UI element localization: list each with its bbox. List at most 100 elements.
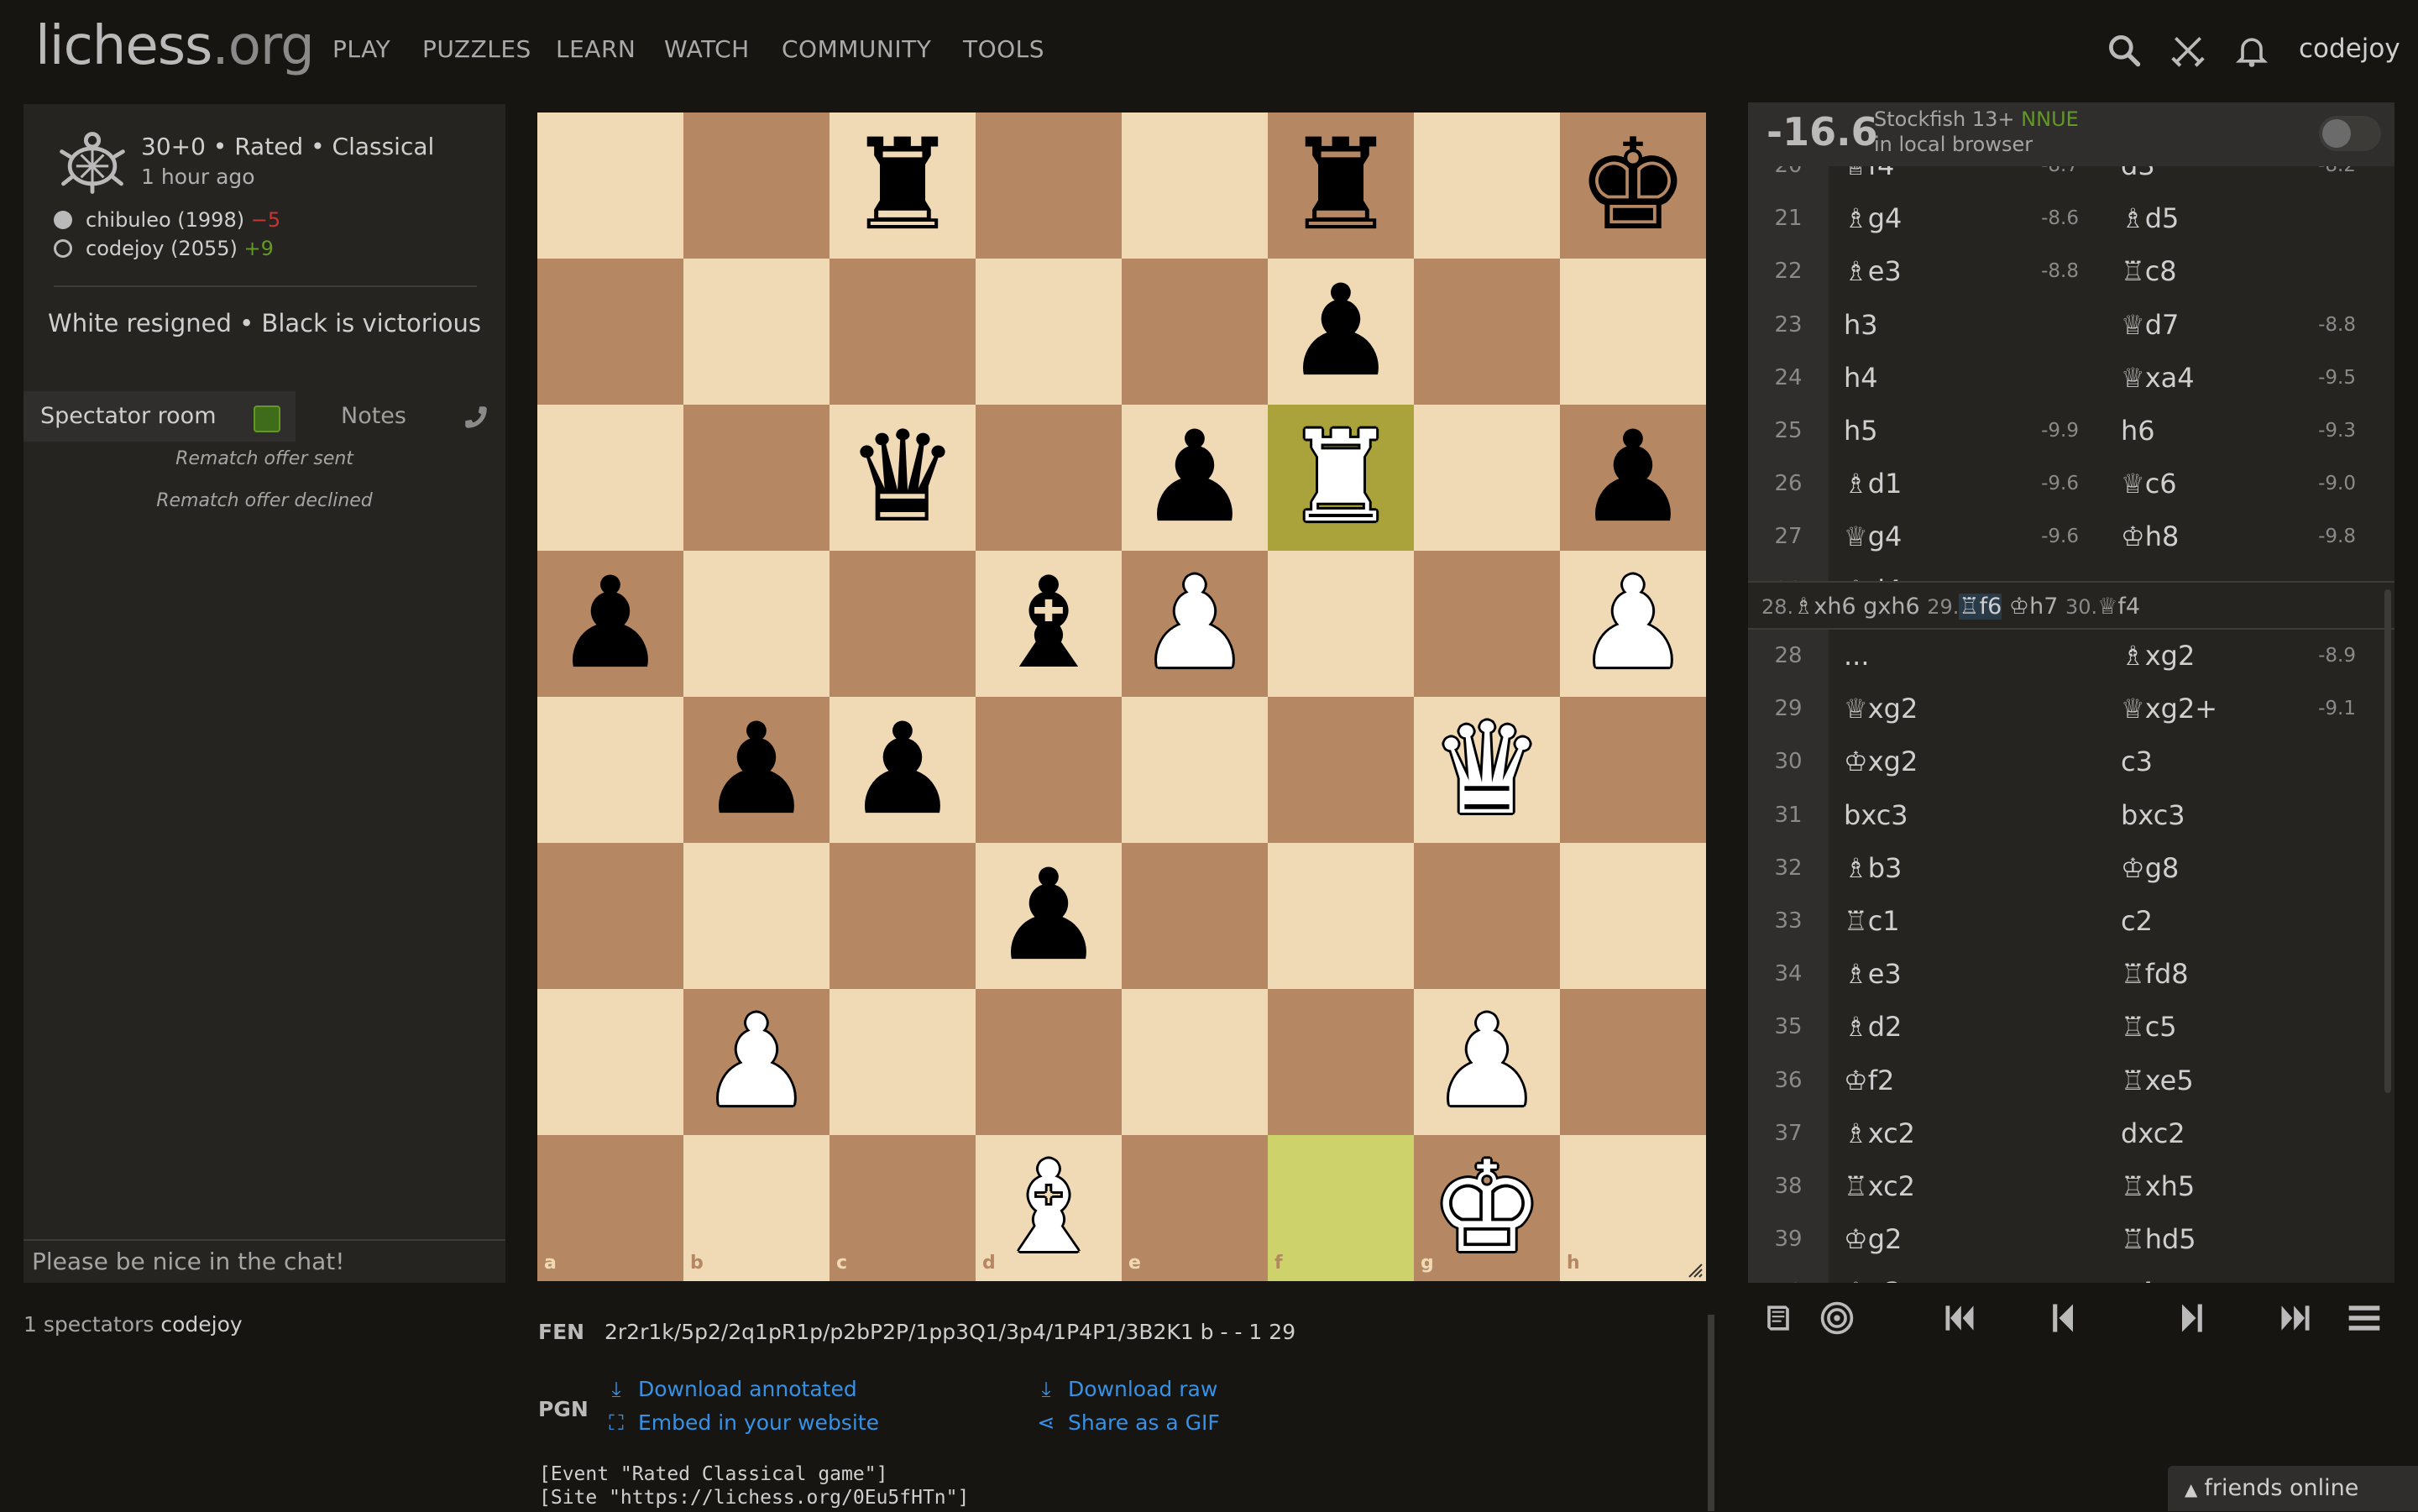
black-move[interactable]: dxc2 bbox=[2121, 1117, 2185, 1149]
black-pawn-b4[interactable]: ♟ bbox=[683, 697, 830, 843]
square-f5[interactable] bbox=[1268, 551, 1414, 697]
square-h1[interactable] bbox=[1560, 1135, 1706, 1281]
square-g5[interactable] bbox=[1414, 551, 1560, 697]
white-move[interactable]: h5 bbox=[1844, 415, 1878, 447]
black-move[interactable]: ♕c6 bbox=[2121, 468, 2177, 500]
previous-move-icon[interactable] bbox=[2045, 1300, 2082, 1337]
square-b6[interactable] bbox=[683, 405, 830, 551]
square-g8[interactable] bbox=[1414, 112, 1560, 259]
black-move[interactable]: ♖c8 bbox=[2121, 255, 2177, 287]
black-move[interactable]: ♖c5 bbox=[2121, 1011, 2177, 1043]
black-move[interactable]: c3 bbox=[2121, 746, 2153, 777]
square-d6[interactable] bbox=[976, 405, 1122, 551]
square-c3[interactable] bbox=[830, 843, 976, 989]
fen-string[interactable]: 2r2r1k/5p2/2q1pR1p/p2bP2P/1pp3Q1/3p4/1P4… bbox=[604, 1320, 1295, 1344]
black-pawn-a5[interactable]: ♟ bbox=[537, 551, 683, 697]
white-move[interactable]: ♖c1 bbox=[1844, 905, 1900, 937]
square-a2[interactable] bbox=[537, 989, 683, 1135]
spectator-name[interactable]: codejoy bbox=[160, 1312, 242, 1337]
square-d4[interactable] bbox=[976, 697, 1122, 843]
white-move[interactable]: ♗b3 bbox=[1844, 852, 1902, 884]
download-raw-link[interactable]: ⤓ Download raw bbox=[1034, 1377, 1217, 1402]
square-c5[interactable] bbox=[830, 551, 976, 697]
white-move[interactable]: ♗d1 bbox=[1844, 468, 1902, 500]
square-d7[interactable] bbox=[976, 259, 1122, 405]
square-a8[interactable] bbox=[537, 112, 683, 259]
chess-board[interactable]: ♜ ♜ ♚ ♟ ♛ ♟ ♜ ♟ ♟ ♝ ♟ ♟ ♟ ♟ ♛ ♟ ♟ ♟ ♝ ♚ 8 7 6 5 4 3 2 1 a b c d e f g h bbox=[537, 112, 1706, 1281]
square-h2[interactable] bbox=[1560, 989, 1706, 1135]
black-rook-f8[interactable]: ♜ bbox=[1268, 112, 1414, 259]
white-bishop-d1[interactable]: ♝ bbox=[976, 1135, 1122, 1281]
white-move[interactable]: ... bbox=[1844, 640, 1870, 672]
square-b8[interactable] bbox=[683, 112, 830, 259]
black-rook-c8[interactable]: ♜ bbox=[830, 112, 976, 259]
resize-handle-icon[interactable] bbox=[1686, 1261, 1703, 1278]
player-white[interactable]: chibuleo (1998) −5 bbox=[54, 208, 280, 232]
white-move[interactable]: h4 bbox=[1844, 362, 1878, 394]
square-e4[interactable] bbox=[1122, 697, 1268, 843]
bell-icon[interactable] bbox=[2233, 32, 2270, 69]
white-move[interactable]: ♔xg2 bbox=[1844, 746, 1918, 777]
white-move[interactable]: ♕xg2 bbox=[1844, 693, 1918, 725]
black-move[interactable]: ♖xh5 bbox=[2121, 1170, 2195, 1202]
square-e1[interactable] bbox=[1122, 1135, 1268, 1281]
download-annotated-link[interactable]: ⤓ Download annotated bbox=[604, 1377, 856, 1402]
nav-community[interactable]: COMMUNITY bbox=[782, 35, 931, 63]
square-f3[interactable] bbox=[1268, 843, 1414, 989]
white-pawn-h5[interactable]: ♟ bbox=[1560, 551, 1706, 697]
square-a6[interactable] bbox=[537, 405, 683, 551]
black-pawn-c4[interactable]: ♟ bbox=[830, 697, 976, 843]
square-a3[interactable] bbox=[537, 843, 683, 989]
square-c1[interactable] bbox=[830, 1135, 976, 1281]
white-move[interactable]: ♗e3 bbox=[1844, 958, 1902, 990]
white-move[interactable]: ♗xc2 bbox=[1844, 1117, 1915, 1149]
menu-icon[interactable] bbox=[2346, 1300, 2383, 1337]
black-pawn-f7[interactable]: ♟ bbox=[1268, 259, 1414, 405]
variation-line[interactable]: 28.♗xh6 gxh6 29.♖f6 ♔h7 30.♕f4 bbox=[1748, 581, 2394, 630]
square-b7[interactable] bbox=[683, 259, 830, 405]
share-gif-link[interactable]: ⋖ Share as a GIF bbox=[1034, 1410, 1220, 1435]
white-king-g1[interactable]: ♚ bbox=[1414, 1135, 1560, 1281]
square-f1[interactable] bbox=[1268, 1135, 1414, 1281]
nav-puzzles[interactable]: PUZZLES bbox=[422, 35, 531, 63]
last-move-icon[interactable] bbox=[2277, 1300, 2314, 1337]
square-d8[interactable] bbox=[976, 112, 1122, 259]
square-e8[interactable] bbox=[1122, 112, 1268, 259]
player-black[interactable]: codejoy (2055) +9 bbox=[54, 237, 274, 260]
black-move[interactable]: ♖hd5 bbox=[2121, 1223, 2196, 1255]
black-pawn-e6[interactable]: ♟ bbox=[1122, 405, 1268, 551]
white-move[interactable]: ♗g4 bbox=[1844, 202, 1902, 234]
black-move[interactable]: bxc3 bbox=[2121, 799, 2185, 831]
chat-toggle-checkbox[interactable] bbox=[254, 405, 280, 432]
square-h3[interactable] bbox=[1560, 843, 1706, 989]
black-move[interactable]: ♕xa4 bbox=[2121, 362, 2195, 394]
black-move[interactable]: ♖fd8 bbox=[2121, 958, 2189, 990]
white-move[interactable]: ♔g2 bbox=[1844, 1223, 1902, 1255]
phone-icon[interactable] bbox=[462, 403, 490, 432]
search-icon[interactable] bbox=[2106, 32, 2143, 69]
chat-input[interactable]: Please be nice in the chat! bbox=[24, 1239, 505, 1283]
scrollbar[interactable] bbox=[1708, 1315, 1714, 1511]
white-move[interactable]: ♕g4 bbox=[1844, 521, 1902, 552]
white-move[interactable]: ♗e3 bbox=[1844, 1276, 1902, 1283]
nav-learn[interactable]: LEARN bbox=[556, 35, 636, 63]
square-g3[interactable] bbox=[1414, 843, 1560, 989]
swords-icon[interactable] bbox=[2169, 32, 2206, 69]
white-queen-g4[interactable]: ♛ bbox=[1414, 697, 1560, 843]
black-bishop-d5[interactable]: ♝ bbox=[976, 551, 1122, 697]
white-move[interactable]: ♗d2 bbox=[1844, 1011, 1902, 1043]
square-c2[interactable] bbox=[830, 989, 976, 1135]
black-pawn-h6[interactable]: ♟ bbox=[1560, 405, 1706, 551]
square-f4[interactable] bbox=[1268, 697, 1414, 843]
black-move[interactable]: ♕xg2+ bbox=[2121, 693, 2217, 725]
target-icon[interactable] bbox=[1819, 1300, 1855, 1337]
white-move[interactable]: bxc3 bbox=[1844, 799, 1908, 831]
square-h4[interactable] bbox=[1560, 697, 1706, 843]
white-rook-f6[interactable]: ♜ bbox=[1268, 405, 1414, 551]
square-d2[interactable] bbox=[976, 989, 1122, 1135]
white-move[interactable]: ♖xc2 bbox=[1844, 1170, 1915, 1202]
user-menu[interactable]: codejoy bbox=[2299, 34, 2400, 64]
nav-play[interactable]: PLAY bbox=[332, 35, 390, 63]
square-h7[interactable] bbox=[1560, 259, 1706, 405]
next-move-icon[interactable] bbox=[2173, 1300, 2210, 1337]
